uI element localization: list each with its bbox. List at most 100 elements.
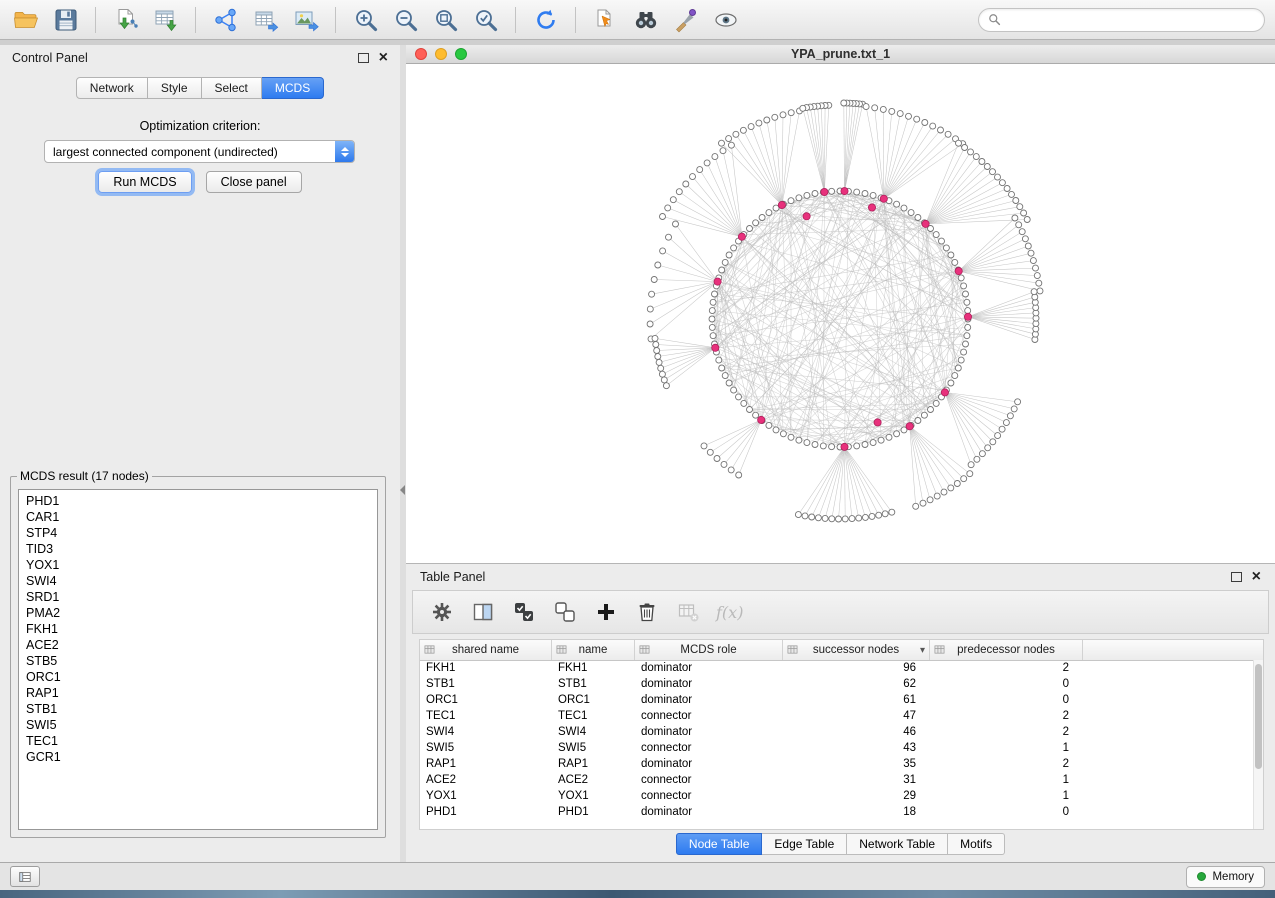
float-panel-icon[interactable] — [358, 53, 369, 63]
network-node[interactable] — [952, 259, 958, 265]
dominator-node[interactable] — [964, 313, 971, 320]
table-row[interactable]: SWI4SWI4dominator462 — [420, 724, 1254, 740]
zoom-in-button[interactable] — [350, 5, 381, 35]
tab-select[interactable]: Select — [202, 77, 262, 99]
network-node[interactable] — [748, 124, 754, 130]
save-session-button[interactable] — [50, 5, 81, 35]
network-node[interactable] — [894, 201, 900, 207]
network-node[interactable] — [862, 442, 868, 448]
close-panel-icon[interactable]: × — [379, 50, 388, 66]
network-node[interactable] — [1019, 229, 1025, 235]
network-node[interactable] — [647, 306, 653, 312]
deselect-all-button[interactable] — [552, 599, 578, 625]
network-node[interactable] — [963, 291, 969, 297]
dominator-node[interactable] — [941, 389, 948, 396]
column-header-successor-nodes[interactable]: successor nodes▾ — [783, 640, 930, 660]
network-node[interactable] — [901, 205, 907, 211]
network-node[interactable] — [956, 140, 962, 146]
dominator-node[interactable] — [758, 416, 765, 423]
network-node[interactable] — [961, 476, 967, 482]
network-node[interactable] — [985, 445, 991, 451]
column-header-name[interactable]: name — [552, 640, 635, 660]
show-columns-button[interactable] — [470, 599, 496, 625]
select-all-button[interactable] — [511, 599, 537, 625]
network-node[interactable] — [948, 252, 954, 258]
network-node[interactable] — [973, 154, 979, 160]
dominator-node[interactable] — [714, 278, 721, 285]
network-node[interactable] — [780, 431, 786, 437]
network-node[interactable] — [889, 108, 895, 114]
network-node[interactable] — [661, 377, 667, 383]
dominator-node[interactable] — [868, 204, 875, 211]
network-node[interactable] — [820, 443, 826, 449]
network-node[interactable] — [731, 387, 737, 393]
network-node[interactable] — [1015, 399, 1021, 405]
network-node[interactable] — [995, 174, 1001, 180]
network-node[interactable] — [948, 380, 954, 386]
network-node[interactable] — [712, 291, 718, 297]
network-node[interactable] — [756, 120, 762, 126]
network-node[interactable] — [652, 335, 658, 341]
network-node[interactable] — [999, 180, 1005, 186]
network-node[interactable] — [651, 277, 657, 283]
network-node[interactable] — [1022, 236, 1028, 242]
mcds-result-item[interactable]: SWI4 — [26, 573, 377, 589]
network-node[interactable] — [740, 127, 746, 133]
network-node[interactable] — [676, 189, 682, 195]
network-node[interactable] — [974, 456, 980, 462]
dominator-node[interactable] — [922, 220, 929, 227]
tab-network[interactable]: Network — [76, 77, 148, 99]
zoom-fit-button[interactable] — [430, 5, 461, 35]
network-node[interactable] — [968, 462, 974, 468]
network-node[interactable] — [683, 181, 689, 187]
dominator-node[interactable] — [955, 268, 962, 275]
network-node[interactable] — [709, 316, 715, 322]
network-node[interactable] — [870, 192, 876, 198]
network-node[interactable] — [933, 400, 939, 406]
network-node[interactable] — [1034, 273, 1040, 279]
network-node[interactable] — [954, 481, 960, 487]
network-node[interactable] — [961, 349, 967, 355]
dominator-node[interactable] — [841, 443, 848, 450]
network-node[interactable] — [726, 136, 732, 142]
mcds-result-item[interactable]: CAR1 — [26, 509, 377, 525]
network-node[interactable] — [894, 431, 900, 437]
network-node[interactable] — [704, 160, 710, 166]
search-input[interactable] — [1006, 12, 1255, 28]
tab-style[interactable]: Style — [148, 77, 202, 99]
network-node[interactable] — [670, 197, 676, 203]
network-node[interactable] — [1013, 198, 1019, 204]
column-header-predecessor-nodes[interactable]: predecessor nodes — [930, 640, 1083, 660]
network-node[interactable] — [889, 509, 895, 515]
network-node[interactable] — [876, 512, 882, 518]
network-node[interactable] — [1012, 215, 1018, 221]
network-node[interactable] — [952, 373, 958, 379]
network-node[interactable] — [1024, 217, 1030, 223]
network-node[interactable] — [1037, 288, 1043, 294]
network-node[interactable] — [963, 341, 969, 347]
network-node[interactable] — [870, 440, 876, 446]
dominator-node[interactable] — [821, 188, 828, 195]
network-node[interactable] — [928, 407, 934, 413]
network-node[interactable] — [995, 433, 1001, 439]
network-node[interactable] — [659, 371, 665, 377]
network-node[interactable] — [710, 333, 716, 339]
memory-button[interactable]: Memory — [1186, 866, 1265, 888]
network-node[interactable] — [964, 333, 970, 339]
network-node[interactable] — [772, 114, 778, 120]
scrollbar-thumb[interactable] — [1255, 664, 1262, 769]
network-node[interactable] — [1030, 258, 1036, 264]
network-node[interactable] — [863, 104, 869, 110]
export-table-button[interactable] — [250, 5, 281, 35]
network-node[interactable] — [862, 191, 868, 197]
network-node[interactable] — [712, 154, 718, 160]
network-node[interactable] — [962, 145, 968, 151]
network-node[interactable] — [990, 169, 996, 175]
network-node[interactable] — [655, 354, 661, 360]
network-node[interactable] — [967, 471, 973, 477]
network-node[interactable] — [773, 427, 779, 433]
network-node[interactable] — [979, 451, 985, 457]
optimization-criterion-select[interactable]: largest connected component (undirected) — [44, 140, 355, 163]
network-node[interactable] — [665, 205, 671, 211]
network-node[interactable] — [939, 238, 945, 244]
